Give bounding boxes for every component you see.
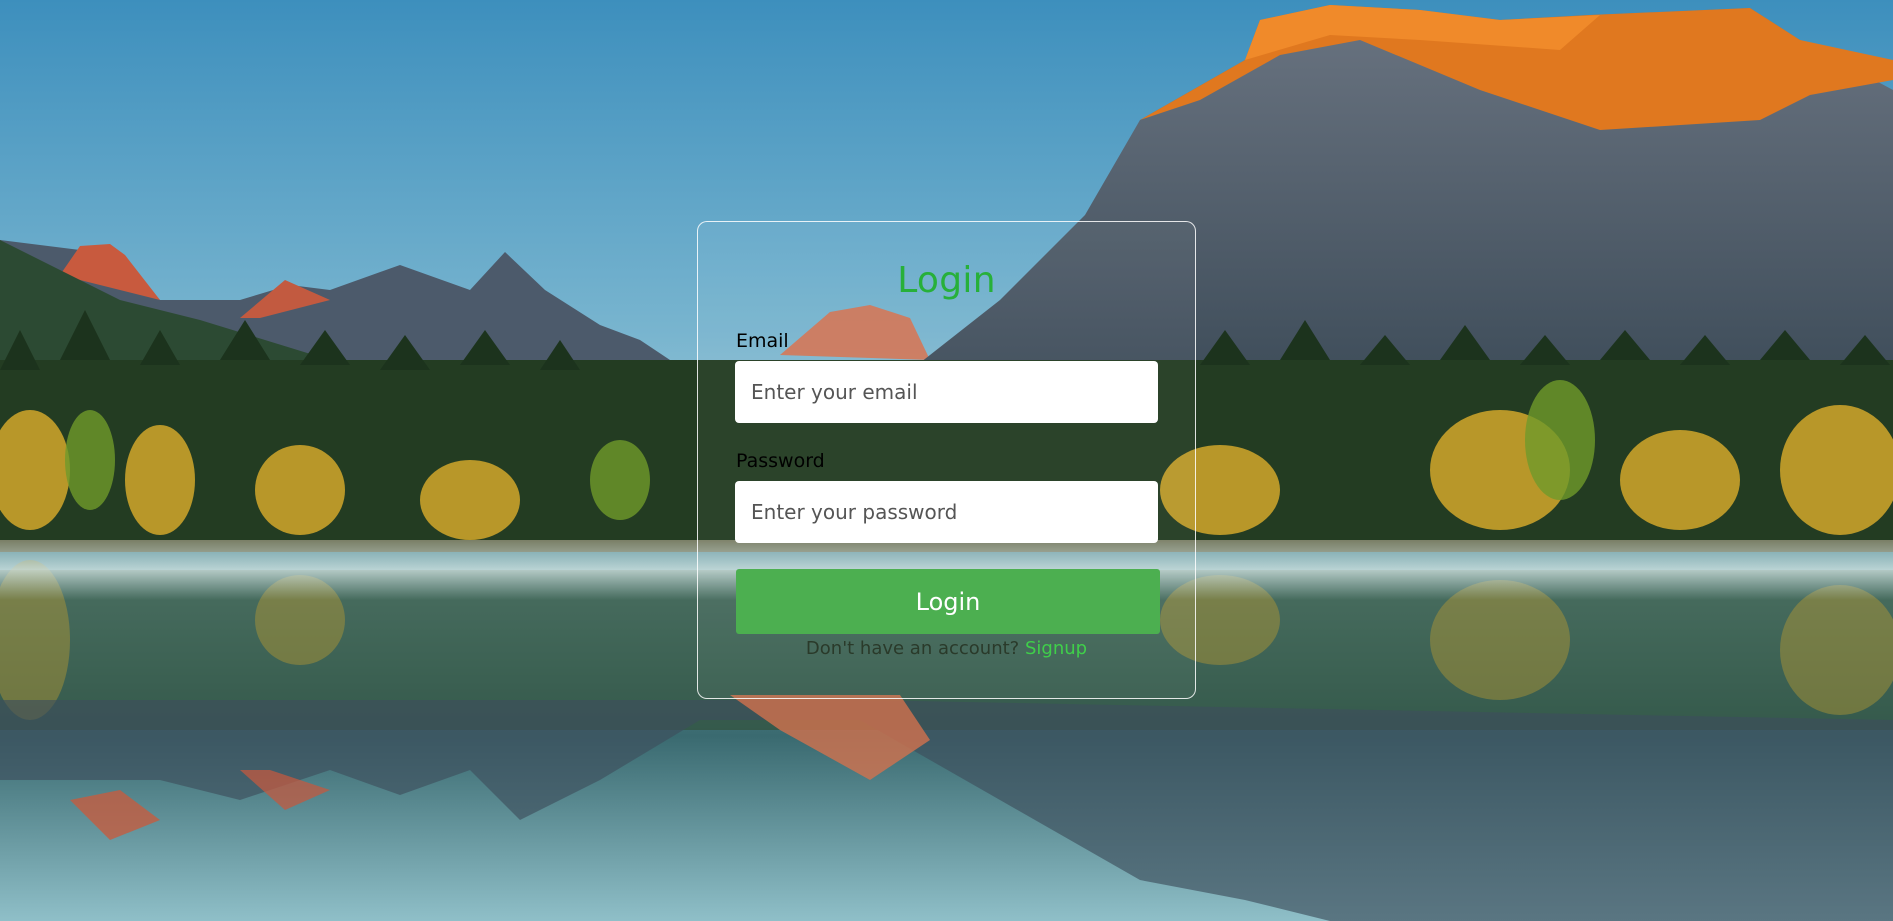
email-label: Email: [736, 330, 789, 352]
signup-line: Don't have an account? Signup: [698, 638, 1195, 659]
signup-prompt: Don't have an account?: [805, 638, 1020, 659]
login-card: Login Email Password Login Don't have an…: [697, 221, 1196, 699]
password-input[interactable]: [735, 481, 1158, 543]
signup-link[interactable]: Signup: [1025, 638, 1087, 659]
login-button[interactable]: Login: [736, 569, 1160, 634]
password-label: Password: [736, 450, 825, 472]
login-title: Login: [897, 260, 996, 301]
email-input[interactable]: [735, 361, 1158, 423]
